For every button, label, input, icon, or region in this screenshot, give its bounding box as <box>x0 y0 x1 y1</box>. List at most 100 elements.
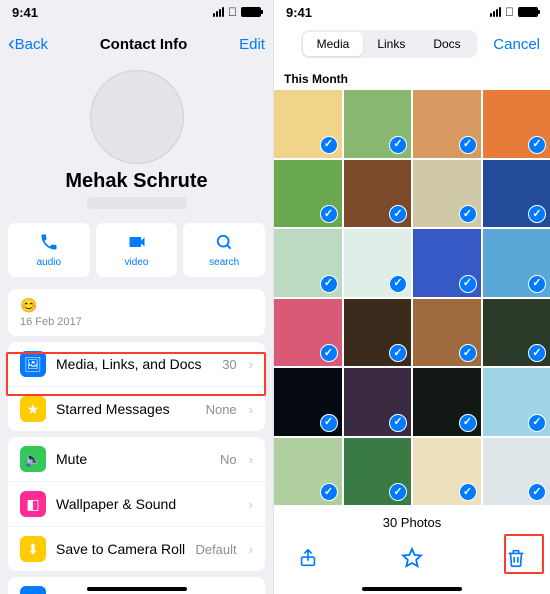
media-thumb[interactable] <box>274 229 342 297</box>
status-date: 16 Feb 2017 <box>20 316 253 328</box>
media-thumb[interactable] <box>274 299 342 367</box>
star-icon <box>400 546 424 570</box>
share-button[interactable] <box>292 542 324 574</box>
media-starred-card: 🖼 Media, Links, and Docs 30 › ★ Starred … <box>8 342 265 431</box>
media-thumb[interactable] <box>344 299 412 367</box>
wallpaper-sound-row[interactable]: ◧ Wallpaper & Sound › <box>8 482 265 527</box>
cancel-button[interactable]: Cancel <box>493 36 540 53</box>
media-thumb[interactable] <box>413 90 481 158</box>
search-button[interactable]: search <box>183 223 265 277</box>
check-icon <box>528 414 546 432</box>
signal-icon <box>490 7 501 17</box>
media-picker-screen: 9:41 􀙇 Media Links Docs Cancel This Mont… <box>274 0 550 594</box>
avatar[interactable] <box>90 70 184 164</box>
starred-messages-row[interactable]: ★ Starred Messages None › <box>8 387 265 431</box>
media-thumb[interactable] <box>274 90 342 158</box>
chevron-right-icon: › <box>249 357 253 372</box>
action-row: audio video search <box>0 215 273 285</box>
check-icon <box>320 275 338 293</box>
row-label: Save to Camera Roll <box>56 541 185 557</box>
media-thumb[interactable] <box>483 299 550 367</box>
tab-docs[interactable]: Docs <box>419 32 474 56</box>
search-icon <box>214 232 234 255</box>
row-label: Starred Messages <box>56 401 196 417</box>
check-icon <box>459 483 477 501</box>
save-camera-roll-row[interactable]: ⬇ Save to Camera Roll Default › <box>8 527 265 571</box>
video-call-button[interactable]: video <box>96 223 178 277</box>
bottom-bar <box>274 536 550 586</box>
photo-icon: 🖼 <box>20 351 46 377</box>
timer-icon: ⏱ <box>20 586 46 594</box>
check-icon <box>528 483 546 501</box>
check-icon <box>389 344 407 362</box>
row-value: 30 <box>222 357 236 372</box>
audio-label: audio <box>37 257 61 268</box>
home-indicator <box>87 587 187 591</box>
section-header: This Month <box>274 66 550 90</box>
media-thumb[interactable] <box>274 160 342 228</box>
back-button[interactable]: ‹ Back <box>8 34 48 54</box>
signal-icon <box>213 7 224 17</box>
media-thumb[interactable] <box>344 438 412 506</box>
media-thumb[interactable] <box>483 368 550 436</box>
tab-media[interactable]: Media <box>303 32 364 56</box>
media-thumb[interactable] <box>413 160 481 228</box>
media-thumb[interactable] <box>413 368 481 436</box>
back-label: Back <box>15 36 48 53</box>
status-icons: 􀙇 <box>213 5 261 19</box>
check-icon <box>320 344 338 362</box>
status-time: 9:41 <box>286 5 312 20</box>
row-value: No <box>220 452 237 467</box>
check-icon <box>459 205 477 223</box>
media-thumb[interactable] <box>413 229 481 297</box>
chevron-left-icon: ‹ <box>8 34 15 54</box>
chevron-right-icon: › <box>249 497 253 512</box>
media-thumb[interactable] <box>483 90 550 158</box>
check-icon <box>389 483 407 501</box>
battery-icon <box>241 7 261 17</box>
media-grid <box>274 90 550 505</box>
status-time: 9:41 <box>12 5 38 20</box>
mute-row[interactable]: 🔈 Mute No › <box>8 437 265 482</box>
status-icons: 􀙇 <box>490 5 538 19</box>
check-icon <box>320 483 338 501</box>
media-thumb[interactable] <box>274 438 342 506</box>
media-thumb[interactable] <box>483 160 550 228</box>
media-thumb[interactable] <box>344 229 412 297</box>
row-value: Default <box>195 542 236 557</box>
audio-call-button[interactable]: audio <box>8 223 90 277</box>
media-thumb[interactable] <box>483 229 550 297</box>
check-icon <box>389 205 407 223</box>
favorite-button[interactable] <box>396 542 428 574</box>
media-thumb[interactable] <box>344 368 412 436</box>
contact-name: Mehak Schrute <box>65 170 207 193</box>
check-icon <box>320 205 338 223</box>
media-thumb[interactable] <box>344 90 412 158</box>
status-emoji: 😊 <box>20 297 253 314</box>
edit-button[interactable]: Edit <box>239 36 265 53</box>
chevron-right-icon: › <box>249 542 253 557</box>
check-icon <box>389 136 407 154</box>
settings-card: 🔈 Mute No › ◧ Wallpaper & Sound › ⬇ Save… <box>8 437 265 571</box>
chevron-right-icon: › <box>249 452 253 467</box>
status-card[interactable]: 😊 16 Feb 2017 <box>8 289 265 336</box>
speaker-icon: 🔈 <box>20 446 46 472</box>
download-icon: ⬇ <box>20 536 46 562</box>
star-icon: ★ <box>20 396 46 422</box>
home-indicator <box>362 587 462 591</box>
media-thumb[interactable] <box>344 160 412 228</box>
disappearing-messages-row[interactable]: ⏱ Disappearing Messages Off › <box>8 577 265 594</box>
media-links-docs-row[interactable]: 🖼 Media, Links, and Docs 30 › <box>8 342 265 387</box>
media-thumb[interactable] <box>413 299 481 367</box>
contact-info-screen: 9:41 􀙇 ‹ Back Contact Info Edit Mehak Sc… <box>0 0 274 594</box>
media-thumb[interactable] <box>483 438 550 506</box>
wifi-icon: 􀙇 <box>505 5 514 19</box>
chevron-right-icon: › <box>249 402 253 417</box>
check-icon <box>459 136 477 154</box>
media-thumb[interactable] <box>413 438 481 506</box>
delete-button[interactable] <box>500 542 532 574</box>
tab-links[interactable]: Links <box>363 32 419 56</box>
media-thumb[interactable] <box>274 368 342 436</box>
check-icon <box>389 275 407 293</box>
check-icon <box>389 414 407 432</box>
